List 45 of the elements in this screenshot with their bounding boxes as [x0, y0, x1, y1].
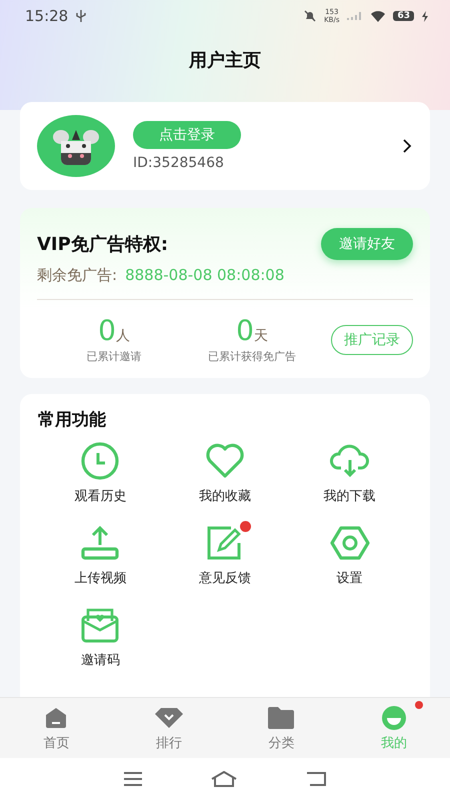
folder-icon: [268, 706, 294, 728]
stat-unit: 天: [254, 327, 268, 345]
stat-label: 已累计获得免广告: [208, 349, 296, 364]
home-icon[interactable]: [210, 771, 237, 787]
function-label[interactable]: 我的下载: [324, 487, 376, 505]
wifi-icon: [371, 10, 386, 22]
settings-icon[interactable]: [330, 525, 370, 561]
stat-value: 0: [236, 316, 254, 346]
function-label[interactable]: 意见反馈: [198, 569, 251, 587]
charging-icon: [422, 10, 428, 22]
vip-title: VIP免广告特权:: [37, 233, 168, 256]
upload-icon[interactable]: [80, 525, 120, 561]
stat-value: 0: [98, 316, 116, 346]
back-icon[interactable]: [306, 771, 326, 787]
status-time: 15:28: [25, 7, 68, 25]
smiley-icon: [380, 704, 407, 730]
remaining-label: 剩余免广告:: [37, 266, 118, 285]
home-icon: [45, 706, 68, 728]
function-label[interactable]: 设置: [336, 569, 363, 587]
function-label[interactable]: 上传视频: [74, 569, 126, 587]
nav-tab[interactable]: 分类: [225, 698, 338, 758]
envelope-heart-icon[interactable]: [80, 607, 120, 643]
page-title: 用户主页: [189, 49, 261, 72]
menu-icon[interactable]: [124, 772, 142, 786]
nav-tab[interactable]: 排行: [112, 698, 225, 758]
chevron-right-icon: [403, 139, 412, 153]
battery-indicator: 63: [393, 11, 414, 21]
user-card[interactable]: 点击登录 ID:35285468: [20, 102, 430, 190]
usb-icon: [76, 10, 86, 22]
mute-icon: [304, 10, 316, 22]
heart-icon[interactable]: [204, 443, 245, 479]
function-label[interactable]: 我的收藏: [198, 487, 251, 505]
function-label[interactable]: 邀请码: [80, 651, 120, 669]
nav-tab[interactable]: 首页: [0, 698, 112, 758]
section-title: 常用功能: [38, 410, 106, 430]
signal-icon: [347, 12, 364, 20]
remaining-time: 8888-08-08 08:08:08: [125, 266, 284, 285]
user-id: ID:35285468: [133, 155, 224, 171]
stat-label: 已累计邀请: [86, 349, 142, 364]
cloud-download-icon[interactable]: [328, 444, 371, 478]
clock-icon[interactable]: [80, 441, 120, 481]
function-label[interactable]: 观看历史: [74, 487, 126, 505]
avatar-icon: [37, 115, 115, 177]
diamond-icon: [154, 708, 183, 728]
stat-unit: 人: [116, 327, 130, 345]
